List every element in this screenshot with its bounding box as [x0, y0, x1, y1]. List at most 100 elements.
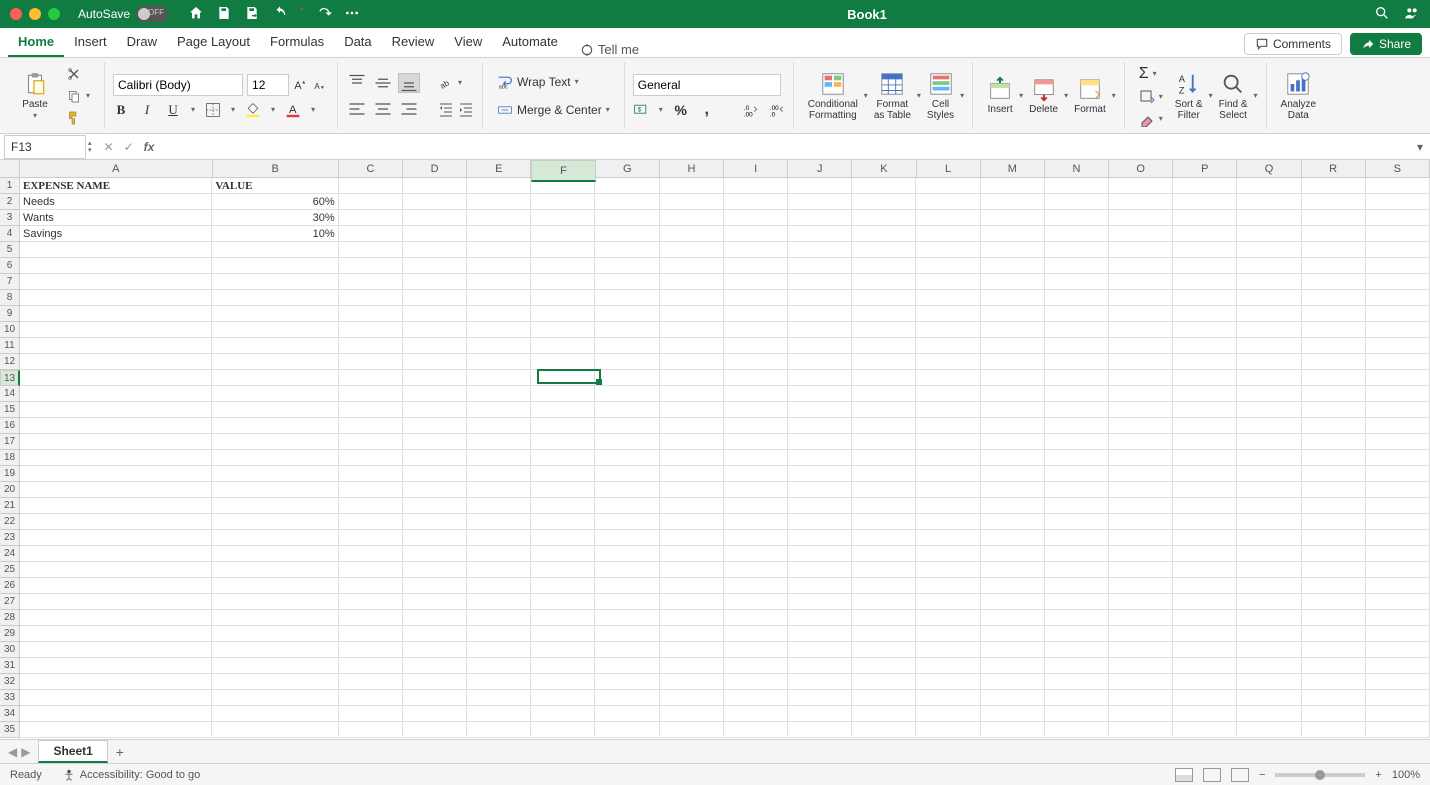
spreadsheet-grid[interactable]: ABCDEFGHIJKLMNOPQRS 12345678910111213141… [0, 160, 1430, 739]
row-header-21[interactable]: 21 [0, 498, 20, 514]
cell-A20[interactable] [20, 482, 212, 498]
cell-E27[interactable] [467, 594, 531, 610]
cell-L2[interactable] [916, 194, 980, 210]
cell-J28[interactable] [788, 610, 852, 626]
cell-G10[interactable] [595, 322, 659, 338]
cell-J9[interactable] [788, 306, 852, 322]
cell-D3[interactable] [403, 210, 467, 226]
cell-D22[interactable] [403, 514, 467, 530]
cell-A21[interactable] [20, 498, 212, 514]
cell-P11[interactable] [1173, 338, 1237, 354]
cell-F16[interactable] [531, 418, 595, 434]
cell-S16[interactable] [1366, 418, 1430, 434]
cell-R11[interactable] [1302, 338, 1366, 354]
cell-N13[interactable] [1045, 370, 1109, 386]
increase-font-button[interactable]: A▴ [293, 77, 309, 93]
cell-B24[interactable] [212, 546, 338, 562]
column-header-J[interactable]: J [788, 160, 852, 178]
cell-D9[interactable] [403, 306, 467, 322]
cell-I24[interactable] [724, 546, 788, 562]
cell-O25[interactable] [1109, 562, 1173, 578]
cell-J22[interactable] [788, 514, 852, 530]
cell-K5[interactable] [852, 242, 916, 258]
cell-J2[interactable] [788, 194, 852, 210]
cell-R26[interactable] [1302, 578, 1366, 594]
cell-F11[interactable] [531, 338, 595, 354]
cell-S22[interactable] [1366, 514, 1430, 530]
cell-F35[interactable] [531, 722, 595, 738]
cell-C21[interactable] [339, 498, 403, 514]
cell-P12[interactable] [1173, 354, 1237, 370]
cell-E3[interactable] [467, 210, 531, 226]
cell-N8[interactable] [1045, 290, 1109, 306]
cell-N9[interactable] [1045, 306, 1109, 322]
cell-H26[interactable] [660, 578, 724, 594]
cell-B6[interactable] [212, 258, 338, 274]
cell-L30[interactable] [916, 642, 980, 658]
cell-C2[interactable] [339, 194, 403, 210]
cell-G2[interactable] [595, 194, 659, 210]
cell-N14[interactable] [1045, 386, 1109, 402]
cell-N27[interactable] [1045, 594, 1109, 610]
cell-F26[interactable] [531, 578, 595, 594]
cell-O26[interactable] [1109, 578, 1173, 594]
cell-M25[interactable] [981, 562, 1045, 578]
cell-Q15[interactable] [1237, 402, 1301, 418]
cell-F23[interactable] [531, 530, 595, 546]
cell-P10[interactable] [1173, 322, 1237, 338]
row-header-15[interactable]: 15 [0, 402, 20, 418]
cell-J6[interactable] [788, 258, 852, 274]
cell-N12[interactable] [1045, 354, 1109, 370]
cell-C27[interactable] [339, 594, 403, 610]
accounting-format-button[interactable]: $ [633, 102, 649, 118]
row-header-28[interactable]: 28 [0, 610, 20, 626]
row-header-5[interactable]: 5 [0, 242, 20, 258]
cell-E4[interactable] [467, 226, 531, 242]
row-header-19[interactable]: 19 [0, 466, 20, 482]
cell-K34[interactable] [852, 706, 916, 722]
cell-I3[interactable] [724, 210, 788, 226]
cell-H28[interactable] [660, 610, 724, 626]
cell-P28[interactable] [1173, 610, 1237, 626]
accessibility-status[interactable]: Accessibility: Good to go [62, 768, 200, 782]
cell-C34[interactable] [339, 706, 403, 722]
cell-B14[interactable] [212, 386, 338, 402]
cell-I22[interactable] [724, 514, 788, 530]
cell-P9[interactable] [1173, 306, 1237, 322]
cell-S30[interactable] [1366, 642, 1430, 658]
cell-S34[interactable] [1366, 706, 1430, 722]
cell-J1[interactable] [788, 178, 852, 194]
cell-C13[interactable] [339, 370, 403, 386]
cell-E12[interactable] [467, 354, 531, 370]
cell-B33[interactable] [212, 690, 338, 706]
cell-I19[interactable] [724, 466, 788, 482]
cell-R4[interactable] [1302, 226, 1366, 242]
column-header-G[interactable]: G [596, 160, 660, 178]
border-button[interactable] [205, 102, 221, 118]
column-header-P[interactable]: P [1173, 160, 1237, 178]
cell-L12[interactable] [916, 354, 980, 370]
cell-E9[interactable] [467, 306, 531, 322]
cell-M17[interactable] [981, 434, 1045, 450]
cell-J35[interactable] [788, 722, 852, 738]
cell-O6[interactable] [1109, 258, 1173, 274]
cell-D21[interactable] [403, 498, 467, 514]
cell-E11[interactable] [467, 338, 531, 354]
cell-K23[interactable] [852, 530, 916, 546]
cell-L7[interactable] [916, 274, 980, 290]
cell-B25[interactable] [212, 562, 338, 578]
tell-me-button[interactable]: Tell me [580, 42, 639, 57]
cell-E35[interactable] [467, 722, 531, 738]
cell-R8[interactable] [1302, 290, 1366, 306]
cell-P34[interactable] [1173, 706, 1237, 722]
cell-J27[interactable] [788, 594, 852, 610]
cell-D13[interactable] [403, 370, 467, 386]
cell-Q26[interactable] [1237, 578, 1301, 594]
cell-J3[interactable] [788, 210, 852, 226]
cell-O9[interactable] [1109, 306, 1173, 322]
cell-N17[interactable] [1045, 434, 1109, 450]
cell-A6[interactable] [20, 258, 212, 274]
cell-B16[interactable] [212, 418, 338, 434]
row-header-34[interactable]: 34 [0, 706, 20, 722]
cell-Q22[interactable] [1237, 514, 1301, 530]
